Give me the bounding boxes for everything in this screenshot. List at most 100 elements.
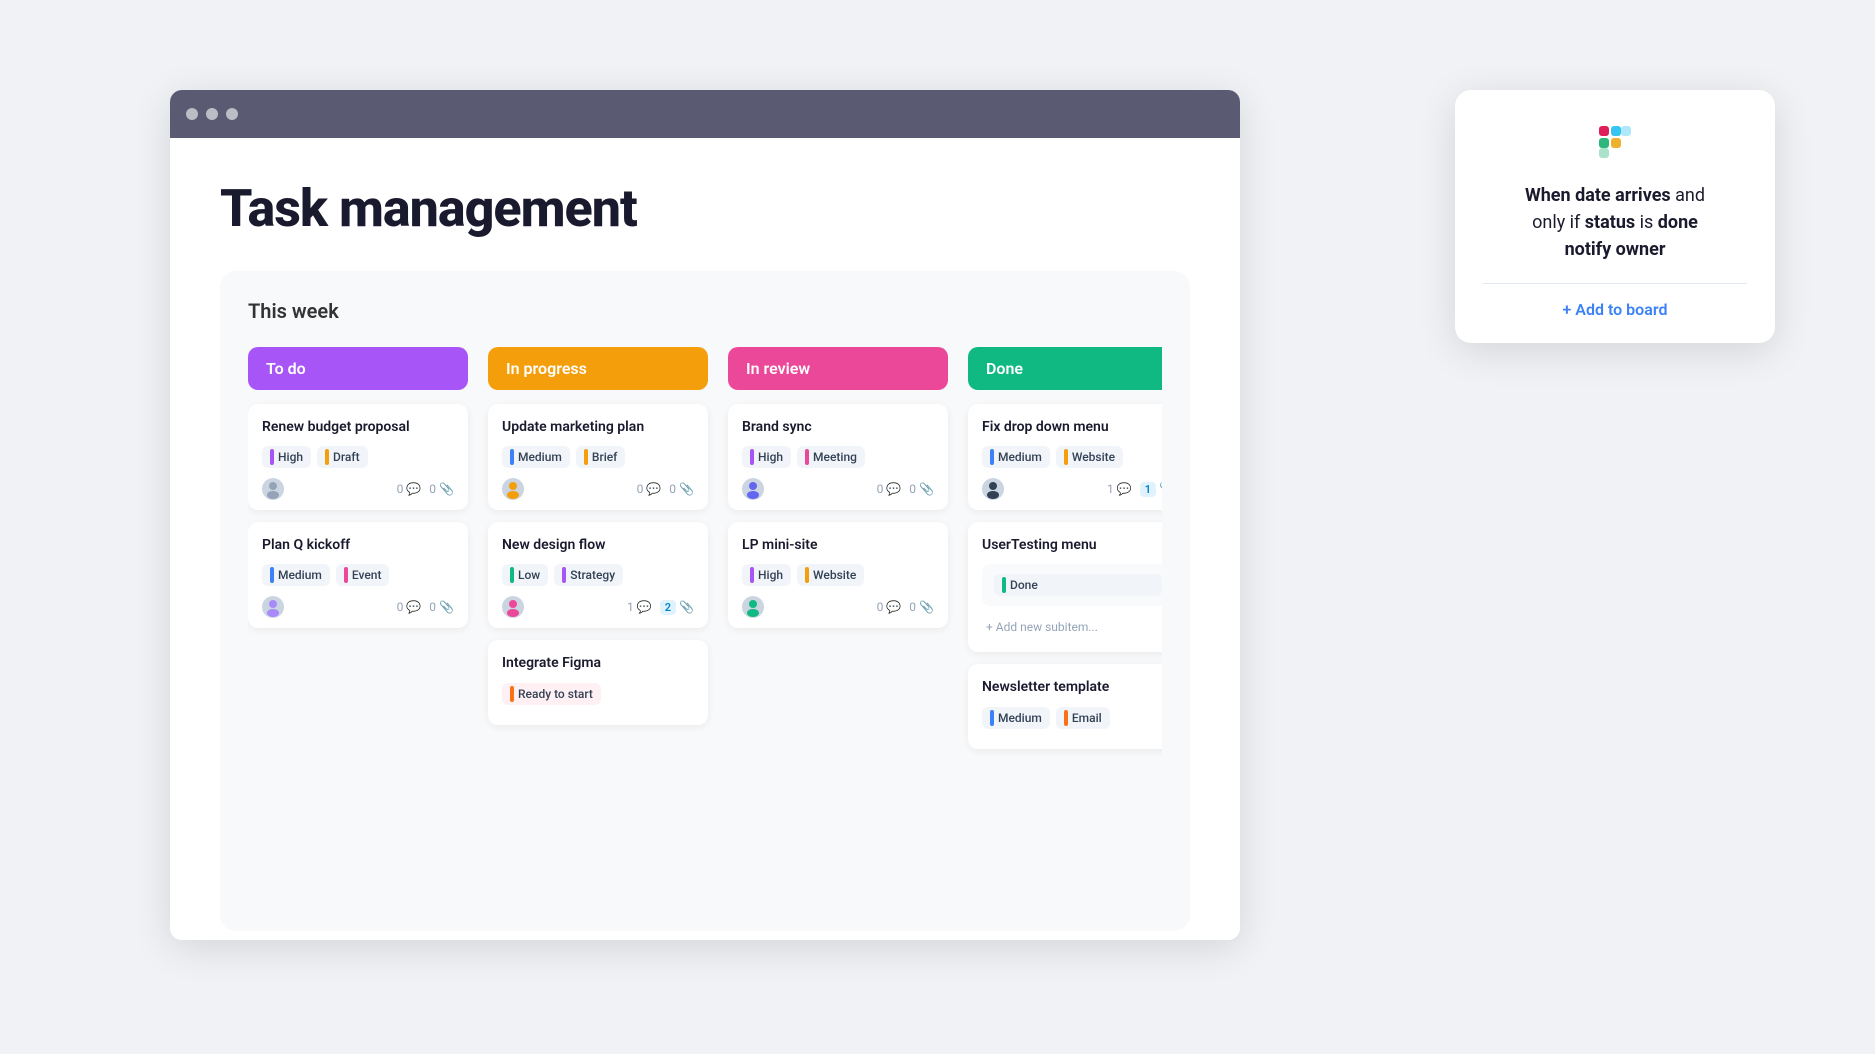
card-footer: 0 💬 0 📎 bbox=[502, 478, 694, 500]
column-todo: To do Renew budget proposal High bbox=[248, 347, 468, 761]
card-plan-q: Plan Q kickoff Medium Event bbox=[248, 522, 468, 628]
meta-attachments: 0 📎 bbox=[669, 482, 694, 496]
tag-dot bbox=[750, 567, 754, 583]
meta-comments: 1 💬 bbox=[1107, 482, 1132, 496]
browser-dot-3 bbox=[226, 108, 238, 120]
avatar bbox=[262, 596, 284, 618]
card-title: Fix drop down menu bbox=[982, 418, 1162, 436]
meta-attachments: 1 📎 bbox=[1140, 482, 1162, 497]
add-to-board-button[interactable]: + Add to board bbox=[1483, 300, 1747, 319]
card-tags: Ready to start bbox=[502, 683, 694, 705]
avatar bbox=[502, 596, 524, 618]
card-footer: 0 💬 0 📎 bbox=[742, 478, 934, 500]
meta-comments: 1 💬 bbox=[627, 600, 652, 614]
card-usertesting: UserTesting menu Done + Add new subitem.… bbox=[968, 522, 1162, 652]
board-week-label: This week bbox=[248, 299, 1162, 323]
meta-comments: 0 💬 bbox=[877, 482, 902, 496]
tag-medium: Medium bbox=[262, 564, 330, 586]
card-newsletter: Newsletter template Medium Email bbox=[968, 664, 1162, 748]
card-title: UserTesting menu bbox=[982, 536, 1162, 554]
card-meta: 0 💬 0 📎 bbox=[877, 482, 934, 496]
tag-dot bbox=[1064, 449, 1068, 465]
card-update-marketing: Update marketing plan Medium Brief bbox=[488, 404, 708, 510]
card-title: Plan Q kickoff bbox=[262, 536, 454, 554]
column-header-done: Done bbox=[968, 347, 1162, 390]
card-integrate-figma: Integrate Figma Ready to start bbox=[488, 640, 708, 724]
column-inprogress: In progress Update marketing plan Medium bbox=[488, 347, 708, 761]
tag-dot bbox=[805, 449, 809, 465]
card-meta: 1 💬 2 📎 bbox=[627, 600, 694, 615]
tag-meeting: Meeting bbox=[797, 446, 865, 468]
meta-comments: 0 💬 bbox=[397, 482, 422, 496]
column-inreview: In review Brand sync High bbox=[728, 347, 948, 761]
tag-website: Website bbox=[1056, 446, 1123, 468]
card-title: New design flow bbox=[502, 536, 694, 554]
avatar bbox=[742, 478, 764, 500]
card-footer: 0 💬 0 📎 bbox=[742, 596, 934, 618]
tag-event: Event bbox=[336, 564, 390, 586]
meta-attachments: 0 📎 bbox=[429, 600, 454, 614]
tag-dot bbox=[510, 686, 514, 702]
card-title: Renew budget proposal bbox=[262, 418, 454, 436]
card-title: Update marketing plan bbox=[502, 418, 694, 436]
tag-done: Done bbox=[994, 574, 1162, 596]
card-title: Brand sync bbox=[742, 418, 934, 436]
card-tags: Medium Brief bbox=[502, 446, 694, 468]
tag-brief: Brief bbox=[576, 446, 626, 468]
slack-logo bbox=[1483, 118, 1747, 166]
column-header-inprogress: In progress bbox=[488, 347, 708, 390]
tag-dot bbox=[344, 567, 348, 583]
tag-medium: Medium bbox=[982, 446, 1050, 468]
card-renew-budget: Renew budget proposal High Draft bbox=[248, 404, 468, 510]
slack-popup-text: When date arrives and only if status is … bbox=[1483, 182, 1747, 263]
browser-content: Task management This week To do Renew bu… bbox=[170, 138, 1240, 940]
card-lp-mini-site: LP mini-site High Website bbox=[728, 522, 948, 628]
browser-dot-2 bbox=[206, 108, 218, 120]
browser-dot-1 bbox=[186, 108, 198, 120]
tag-dot bbox=[270, 567, 274, 583]
tag-dot bbox=[1002, 577, 1006, 593]
avatar bbox=[742, 596, 764, 618]
tag-email: Email bbox=[1056, 707, 1110, 729]
card-tags: Medium Event bbox=[262, 564, 454, 586]
card-tags: High Draft bbox=[262, 446, 454, 468]
card-brand-sync: Brand sync High Meeting bbox=[728, 404, 948, 510]
tag-dot bbox=[270, 449, 274, 465]
tag-low: Low bbox=[502, 564, 548, 586]
avatar bbox=[982, 478, 1004, 500]
card-meta: 1 💬 1 📎 bbox=[1107, 482, 1162, 497]
tag-ready: Ready to start bbox=[502, 683, 601, 705]
column-header-todo: To do bbox=[248, 347, 468, 390]
browser-window: Task management This week To do Renew bu… bbox=[170, 90, 1240, 940]
card-footer: 0 💬 0 📎 bbox=[262, 478, 454, 500]
tag-dot bbox=[750, 449, 754, 465]
page-wrapper: Task management This week To do Renew bu… bbox=[0, 0, 1875, 1054]
tag-dot bbox=[805, 567, 809, 583]
tag-dot bbox=[325, 449, 329, 465]
slack-logo-icon bbox=[1591, 118, 1639, 166]
avatar bbox=[262, 478, 284, 500]
page-title: Task management bbox=[220, 178, 1190, 239]
tag-high: High bbox=[742, 446, 791, 468]
card-meta: 0 💬 0 📎 bbox=[877, 600, 934, 614]
tag-high: High bbox=[742, 564, 791, 586]
card-tags: Medium Email bbox=[982, 707, 1162, 729]
card-footer: 0 💬 0 📎 bbox=[262, 596, 454, 618]
browser-titlebar bbox=[170, 90, 1240, 138]
tag-dot bbox=[990, 710, 994, 726]
card-title: LP mini-site bbox=[742, 536, 934, 554]
card-footer: 1 💬 1 📎 bbox=[982, 478, 1162, 500]
add-subitem-button[interactable]: + Add new subitem... bbox=[982, 612, 1162, 642]
meta-attachments: 0 📎 bbox=[909, 482, 934, 496]
meta-comments: 0 💬 bbox=[397, 600, 422, 614]
card-fix-dropdown: Fix drop down menu Medium Website bbox=[968, 404, 1162, 510]
card-title: Newsletter template bbox=[982, 678, 1162, 696]
card-tags: High Meeting bbox=[742, 446, 934, 468]
tag-medium: Medium bbox=[982, 707, 1050, 729]
tag-draft: Draft bbox=[317, 446, 368, 468]
avatar bbox=[502, 478, 524, 500]
card-footer: 1 💬 2 📎 bbox=[502, 596, 694, 618]
card-meta: 0 💬 0 📎 bbox=[637, 482, 694, 496]
tag-medium: Medium bbox=[502, 446, 570, 468]
meta-comments: 0 💬 bbox=[877, 600, 902, 614]
